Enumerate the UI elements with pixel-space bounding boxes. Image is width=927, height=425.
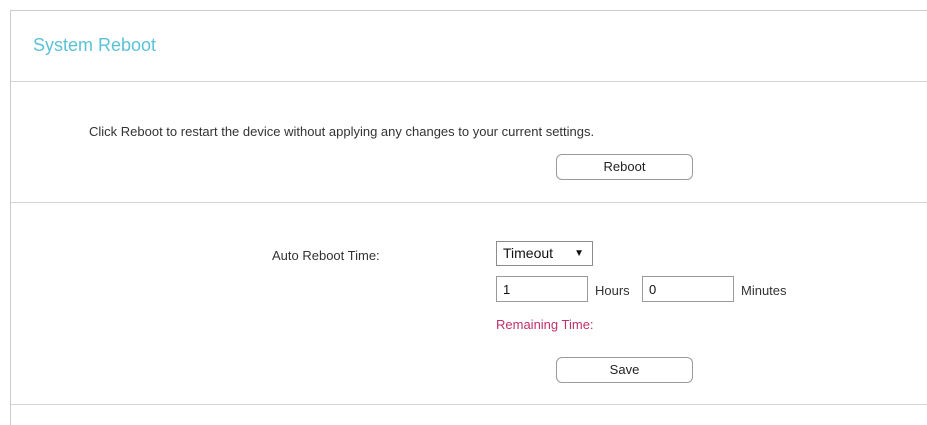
remaining-time-label: Remaining Time:: [496, 317, 594, 332]
minutes-input[interactable]: [642, 276, 734, 302]
divider: [11, 202, 927, 203]
dropdown-arrow-icon: ▼: [574, 248, 584, 259]
divider: [11, 404, 927, 405]
hours-unit-label: Hours: [595, 283, 630, 298]
hours-input[interactable]: [496, 276, 588, 302]
minutes-unit-label: Minutes: [741, 283, 787, 298]
auto-reboot-time-label: Auto Reboot Time:: [272, 248, 380, 263]
save-button[interactable]: Save: [556, 357, 693, 383]
auto-reboot-mode-value: Timeout: [503, 245, 554, 261]
reboot-description: Click Reboot to restart the device witho…: [89, 124, 595, 139]
reboot-button[interactable]: Reboot: [556, 154, 693, 180]
page-title: System Reboot: [33, 35, 157, 55]
content-frame: System Reboot Click Reboot to restart th…: [10, 10, 927, 425]
divider: [11, 81, 927, 82]
auto-reboot-mode-select[interactable]: Timeout ▼: [496, 241, 593, 266]
